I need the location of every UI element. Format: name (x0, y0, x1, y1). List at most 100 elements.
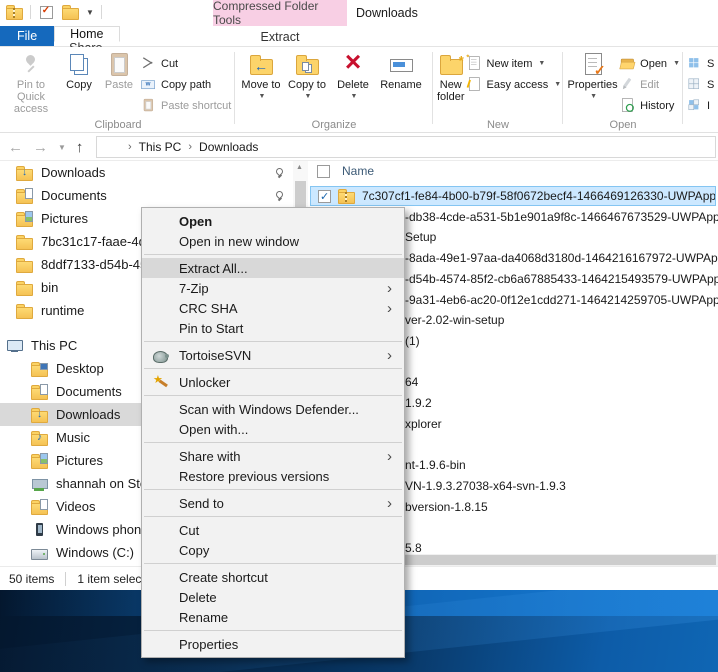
up-icon[interactable]: ↑ (76, 140, 84, 155)
menu-item-pin-to-start[interactable]: Pin to Start (142, 318, 404, 338)
eaccess-icon (466, 76, 482, 92)
menu-item-label: Open (179, 213, 213, 229)
menu-item-7-zip[interactable]: 7-Zip › (142, 278, 404, 298)
menu-item-send-to[interactable]: Send to › (142, 493, 404, 513)
select-all-checkbox[interactable] (317, 164, 330, 178)
sinv-icon (686, 97, 702, 113)
button-label: S (707, 57, 715, 70)
tab-home[interactable]: Home (54, 26, 120, 42)
ribbon-button-edit[interactable]: Edit (619, 74, 680, 95)
ribbon-button-history[interactable]: History (619, 95, 680, 116)
fol-down-icon: ↓ (16, 165, 33, 181)
menu-item-crc-sha[interactable]: CRC SHA › (142, 298, 404, 318)
menu-item-copy[interactable]: Copy (142, 540, 404, 560)
menu-item-properties[interactable]: Properties (142, 634, 404, 654)
titlebar: ✓ ▼ Compressed Folder Tools Downloads (0, 0, 718, 27)
menu-item-cut[interactable]: Cut (142, 520, 404, 540)
history-dropdown-icon[interactable]: ▼ (58, 143, 66, 152)
file-name: 64 (405, 375, 419, 390)
fol-pic-icon (16, 210, 33, 227)
menu-item-rename[interactable]: Rename (142, 607, 404, 627)
tab-extract[interactable]: Extract (213, 26, 347, 47)
file-name: xplorer (405, 416, 442, 431)
ribbon-button-move-to[interactable]: ← Move to ▼ (238, 50, 284, 104)
ribbon-button-new-folder[interactable]: * New folder (436, 50, 466, 104)
breadcrumb-item-downloads[interactable]: Downloads (199, 140, 258, 154)
menu-item-delete[interactable]: Delete (142, 587, 404, 607)
ribbon-button-pin-to-quick-access[interactable]: Pin to Quick access (2, 50, 60, 116)
forward-icon[interactable]: → (33, 140, 48, 155)
props-icon: ✓ (580, 51, 606, 77)
ribbon-button-copy-path[interactable]: w Copy path (140, 74, 231, 95)
ribbon-group-divider (562, 52, 563, 124)
ribbon-button-copy[interactable]: Copy (60, 50, 98, 92)
ribbon-button-paste[interactable]: Paste (98, 50, 140, 92)
pin-icon (18, 51, 44, 77)
snone-icon (686, 76, 702, 92)
ribbon-button-s[interactable]: S (686, 74, 714, 95)
ribbon-button-i[interactable]: I (686, 95, 714, 116)
button-label: History (640, 99, 675, 112)
ribbon-button-rename[interactable]: Rename (376, 50, 426, 92)
tab-file[interactable]: File (0, 26, 55, 46)
menu-item-unlocker[interactable]: Unlocker (142, 372, 404, 392)
status-divider (65, 571, 67, 586)
fol-icon (16, 280, 33, 296)
dropdown-caret-icon: ▼ (304, 93, 312, 100)
file-row[interactable]: 7c307cf1-fe84-4b00-b79f-58f0672becf4-146… (310, 186, 716, 206)
back-icon[interactable]: ← (8, 140, 23, 155)
menu-separator (142, 338, 404, 345)
sidebar-item-label: Documents (56, 384, 122, 399)
ribbon-button-new-item[interactable]: * New item ▼ (466, 53, 562, 74)
sidebar-item-label: 8ddf7133-d54b-45 (41, 257, 148, 272)
row-checkbox[interactable] (318, 189, 331, 203)
movto-icon: ← (248, 51, 274, 77)
file-name: 1.9.2 (405, 396, 432, 410)
file-name: -8ada-49e1-97aa-da4068d3180d-14642161679… (405, 251, 718, 266)
menu-item-share-with[interactable]: Share with › (142, 446, 404, 466)
ribbon-button-properties[interactable]: ✓ Properties ▼ (566, 50, 619, 104)
open-icon (619, 55, 635, 71)
address-bar[interactable]: › This PC › Downloads (96, 136, 716, 158)
menu-item-restore-previous-versions[interactable]: Restore previous versions (142, 466, 404, 486)
menu-item-create-shortcut[interactable]: Create shortcut (142, 567, 404, 587)
ren-icon (388, 51, 414, 77)
breadcrumb-item-this-pc[interactable]: This PC (139, 140, 182, 154)
qat-checkbox-icon[interactable]: ✓ (38, 4, 55, 20)
menu-separator (142, 627, 404, 634)
file-name: ver-2.02-win-setup (405, 313, 505, 328)
menu-item-tortoisesvn[interactable]: TortoiseSVN › (142, 345, 404, 365)
pin-icon (274, 190, 285, 201)
ribbon-button-s[interactable]: S (686, 53, 714, 74)
menu-separator (142, 251, 404, 258)
sidebar-item-documents[interactable]: Documents (0, 184, 293, 207)
menu-item-open[interactable]: Open (142, 211, 404, 231)
sidebar-item-label: Music (56, 430, 90, 445)
menu-item-label: Share with (179, 448, 241, 464)
qat-folder-icon[interactable] (62, 4, 79, 20)
ribbon-button-easy-access[interactable]: Easy access ▼ (466, 74, 561, 95)
menu-item-extract-all[interactable]: Extract All... (142, 258, 404, 278)
button-label: Pin to Quick access (13, 79, 49, 115)
sidebar-item-label: Windows (C:) (56, 545, 135, 560)
qat-dropdown-icon[interactable]: ▼ (86, 8, 94, 17)
column-header-name[interactable]: Name (308, 164, 374, 178)
sidebar-item-label: 7bc31c17-faae-4d (41, 234, 146, 249)
sidebar-item-label: Windows phone (56, 522, 149, 537)
sidebar-item-downloads[interactable]: ↓ Downloads (0, 161, 293, 184)
ribbon-button-delete[interactable]: × Delete ▼ (330, 48, 376, 104)
ribbon-button-open[interactable]: Open ▼ (619, 53, 680, 74)
menu-separator (142, 513, 404, 520)
menu-item-scan-with-windows-defender[interactable]: Scan with Windows Defender... (142, 399, 404, 419)
pho-icon (31, 522, 48, 538)
ribbon-button-paste-shortcut[interactable]: Paste shortcut (140, 95, 231, 116)
menu-item-open-in-new-window[interactable]: Open in new window (142, 231, 404, 251)
sall-icon (686, 55, 702, 71)
button-label: Open (640, 57, 668, 70)
ribbon: Pin to Quick access Copy Paste Cut w Copy pat… (0, 47, 718, 133)
ribbon-button-cut[interactable]: Cut (140, 53, 231, 74)
menu-item-open-with[interactable]: Open with... (142, 419, 404, 439)
button-label: New folder (437, 79, 465, 103)
ribbon-button-copy-to[interactable]: Copy to ▼ (284, 50, 330, 104)
scrollbar-up-icon[interactable]: ▲ (296, 164, 303, 171)
